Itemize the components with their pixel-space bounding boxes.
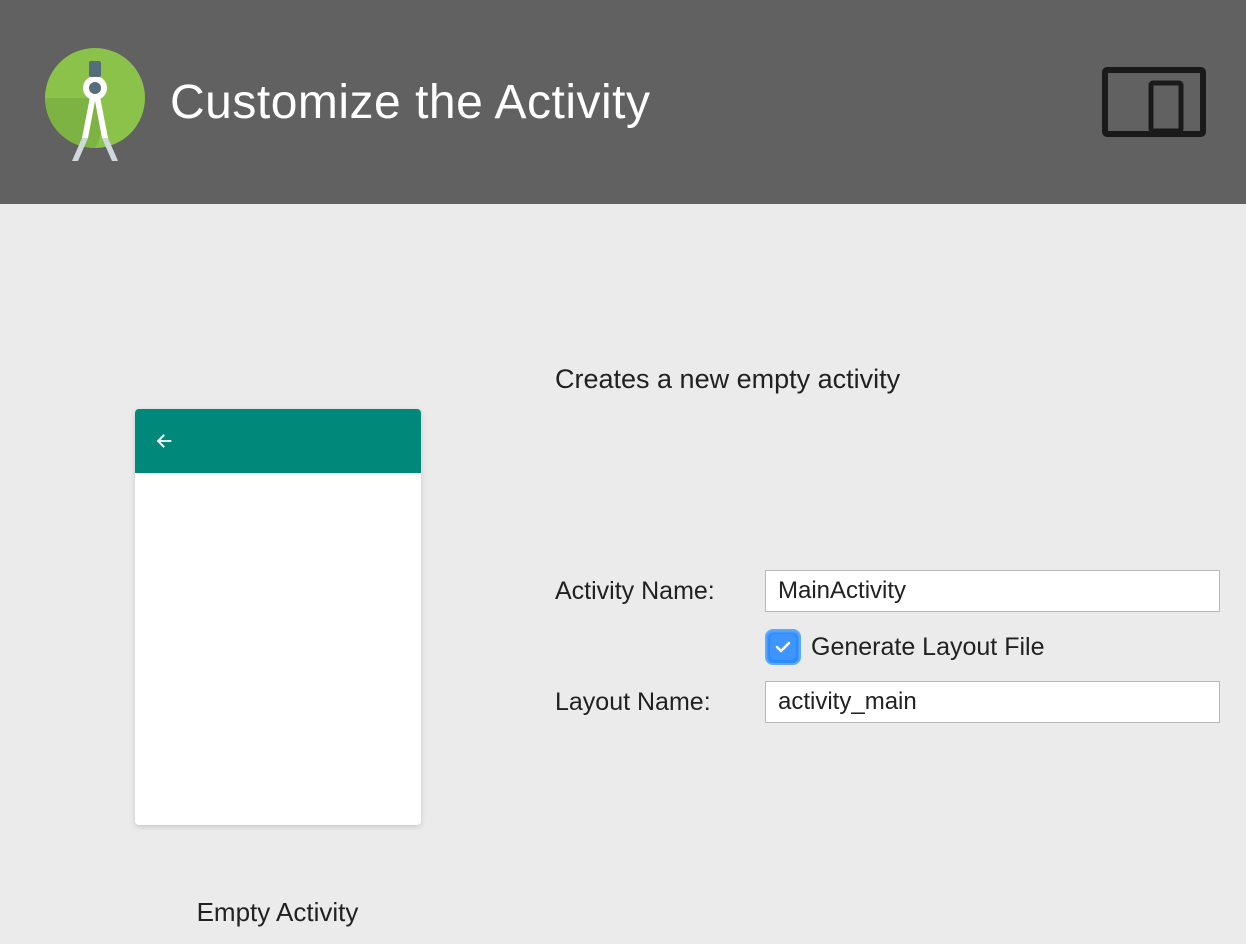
android-studio-icon [40,43,150,161]
generate-layout-row: Generate Layout File [765,629,1220,665]
device-form-factor-icon [1102,67,1206,137]
header-left-group: Customize the Activity [40,43,651,161]
generate-layout-checkbox[interactable] [765,629,801,665]
template-preview-panel: Empty Activity [0,204,555,944]
layout-name-label: Layout Name: [555,688,765,717]
activity-name-label: Activity Name: [555,577,765,606]
preview-app-bar [135,409,421,473]
wizard-content: Empty Activity Creates a new empty activ… [0,204,1246,944]
activity-preview-card [135,409,421,825]
form-panel: Creates a new empty activity Activity Na… [555,204,1246,944]
layout-name-row: Layout Name: [555,681,1220,723]
wizard-header: Customize the Activity [0,0,1246,204]
generate-layout-label: Generate Layout File [811,633,1044,662]
activity-name-input[interactable] [765,570,1220,612]
page-title: Customize the Activity [170,75,651,130]
back-arrow-icon [153,430,175,452]
checkmark-icon [775,639,791,655]
layout-name-input[interactable] [765,681,1220,723]
template-name-label: Empty Activity [197,897,359,928]
template-description: Creates a new empty activity [555,364,1220,395]
activity-name-row: Activity Name: [555,570,1220,612]
